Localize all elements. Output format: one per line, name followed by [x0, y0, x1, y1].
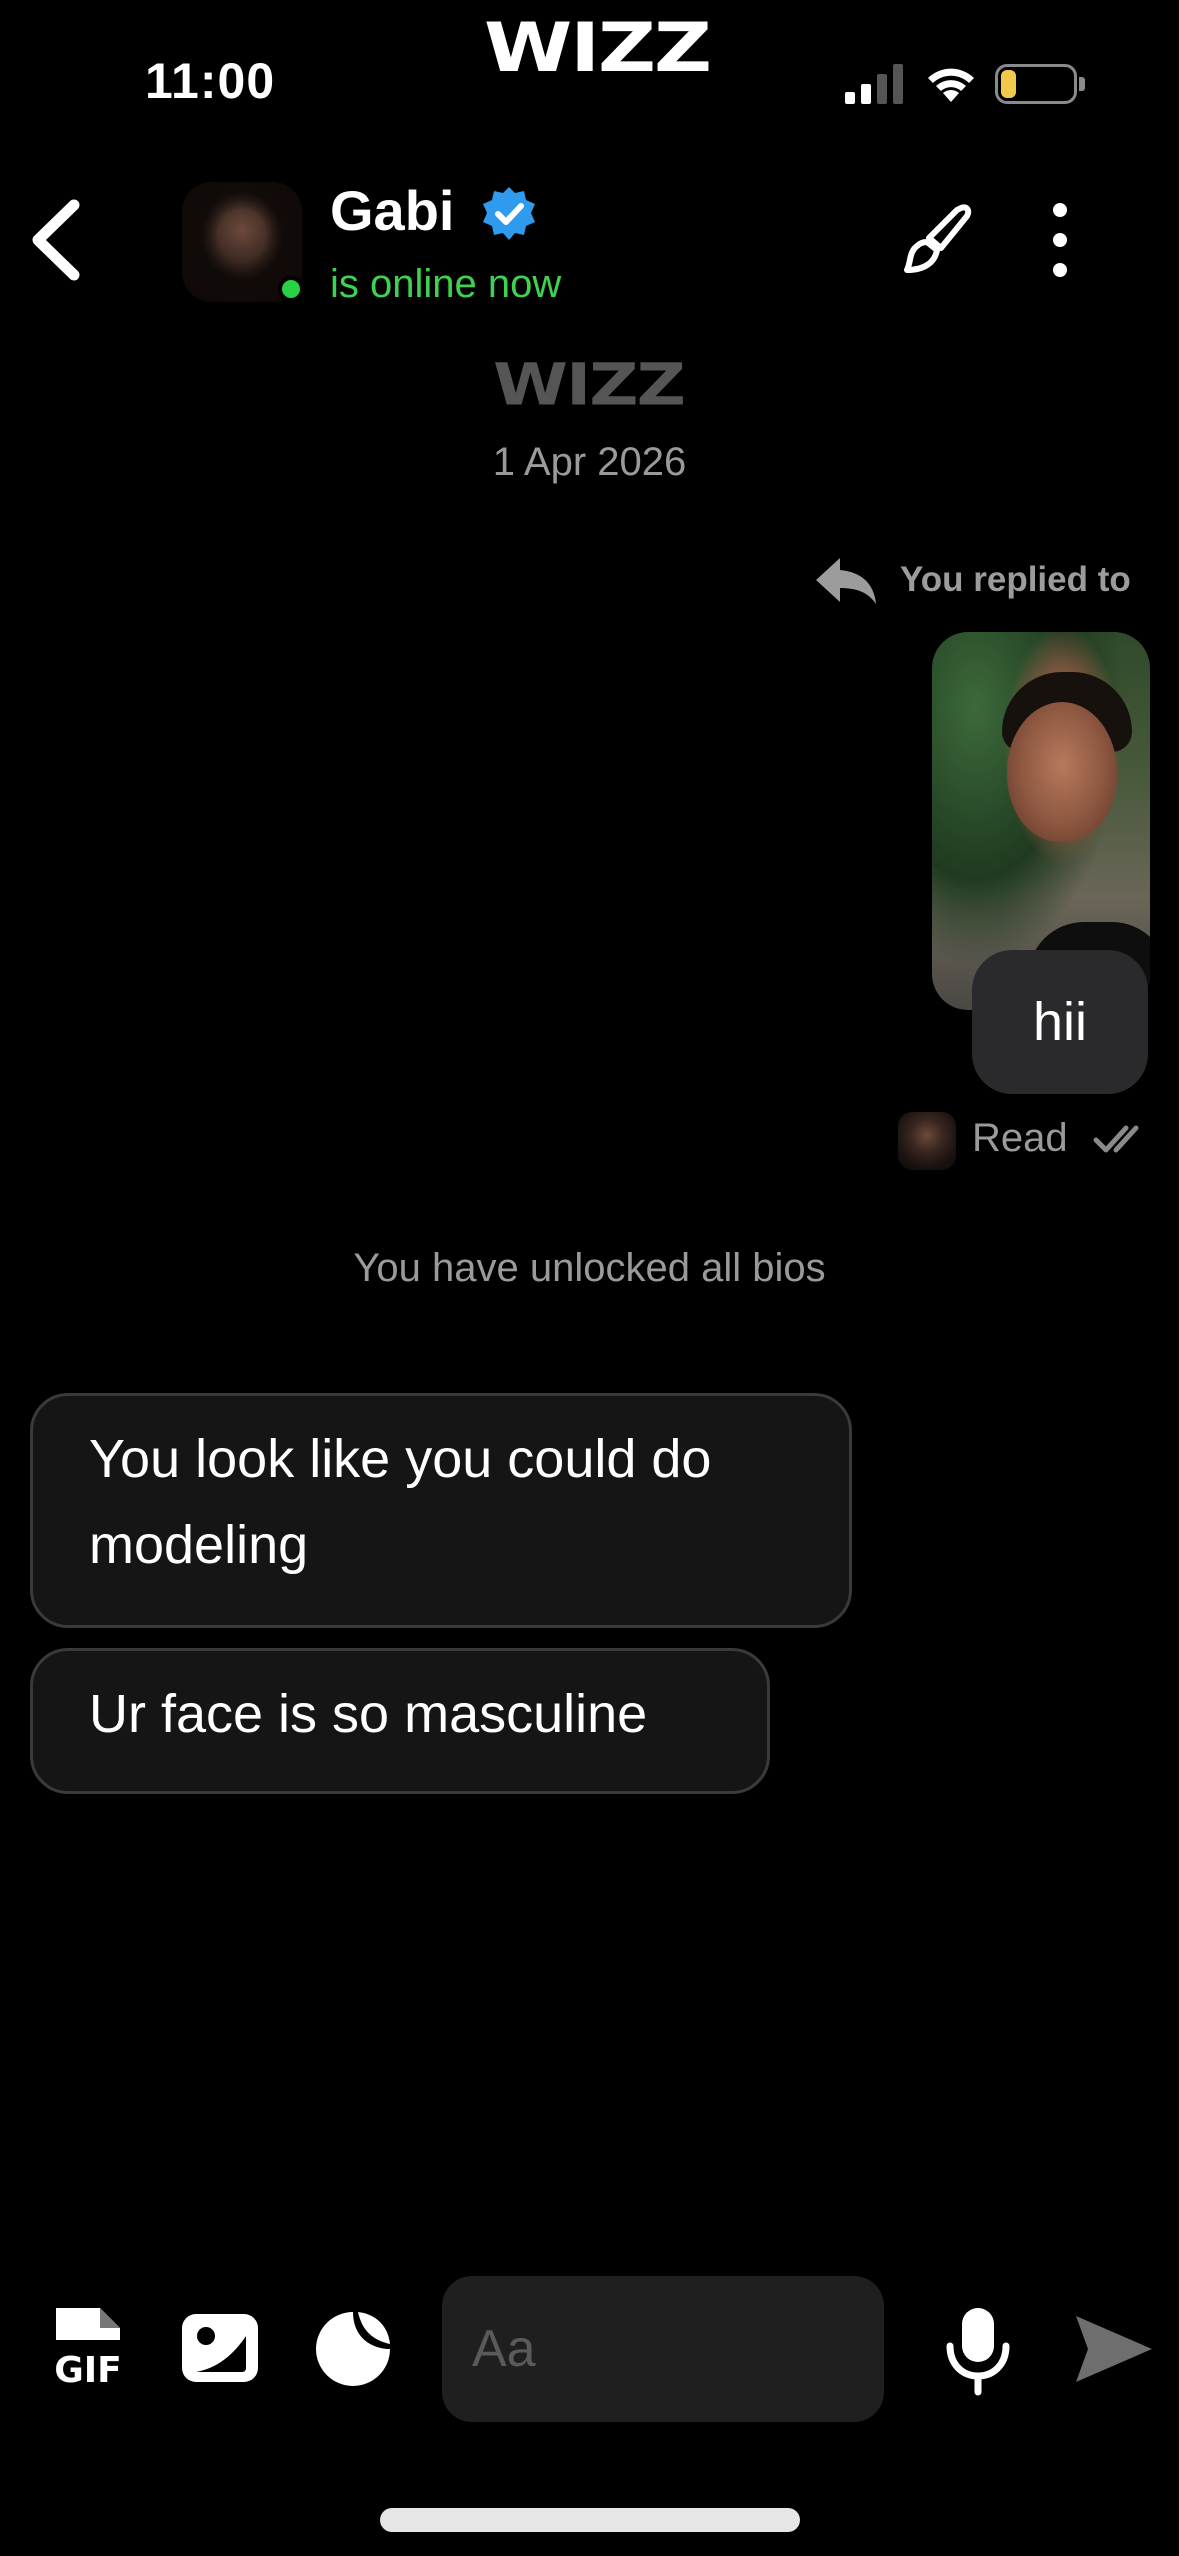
photo-detail — [1007, 702, 1117, 842]
app-logo: WIZZ — [484, 8, 712, 88]
double-check-icon — [1093, 1125, 1139, 1153]
reply-arrow-icon — [816, 558, 876, 604]
back-arrow-icon[interactable] — [22, 195, 92, 285]
battery-level: 11 — [1020, 67, 1052, 100]
battery-icon: 11 — [995, 64, 1077, 104]
microphone-icon[interactable] — [942, 2304, 1014, 2398]
verified-badge-icon — [483, 187, 535, 240]
chat-date: 1 Apr 2026 — [492, 440, 687, 484]
received-message-bubble[interactable]: Ur face is so masculine — [30, 1648, 770, 1794]
brush-icon[interactable] — [895, 200, 975, 280]
battery-cap — [1079, 77, 1085, 91]
reply-label: You replied to — [900, 560, 1131, 599]
gif-label: GIF — [54, 2350, 122, 2386]
home-indicator[interactable] — [380, 2508, 800, 2532]
sent-message-bubble[interactable]: hii — [972, 950, 1148, 1094]
received-message-bubble[interactable]: You look like you could do modeling — [30, 1393, 852, 1628]
contact-name[interactable]: Gabi — [330, 178, 454, 243]
image-icon[interactable] — [178, 2310, 262, 2386]
system-message: You have unlocked all bios — [353, 1246, 826, 1290]
wifi-icon — [928, 68, 974, 102]
chat-logo: WIZZ — [493, 352, 686, 420]
gif-icon[interactable]: GIF — [52, 2304, 124, 2386]
more-vertical-icon[interactable] — [1040, 200, 1080, 280]
online-indicator — [278, 276, 304, 302]
cellular-signal-icon — [845, 64, 903, 104]
send-icon[interactable] — [1072, 2310, 1156, 2388]
message-input[interactable] — [442, 2276, 884, 2422]
online-status: is online now — [330, 262, 562, 306]
status-time: 11:00 — [145, 53, 276, 109]
read-receipt-avatar — [898, 1112, 956, 1170]
read-label: Read — [972, 1116, 1068, 1160]
sticker-icon[interactable] — [312, 2308, 394, 2390]
